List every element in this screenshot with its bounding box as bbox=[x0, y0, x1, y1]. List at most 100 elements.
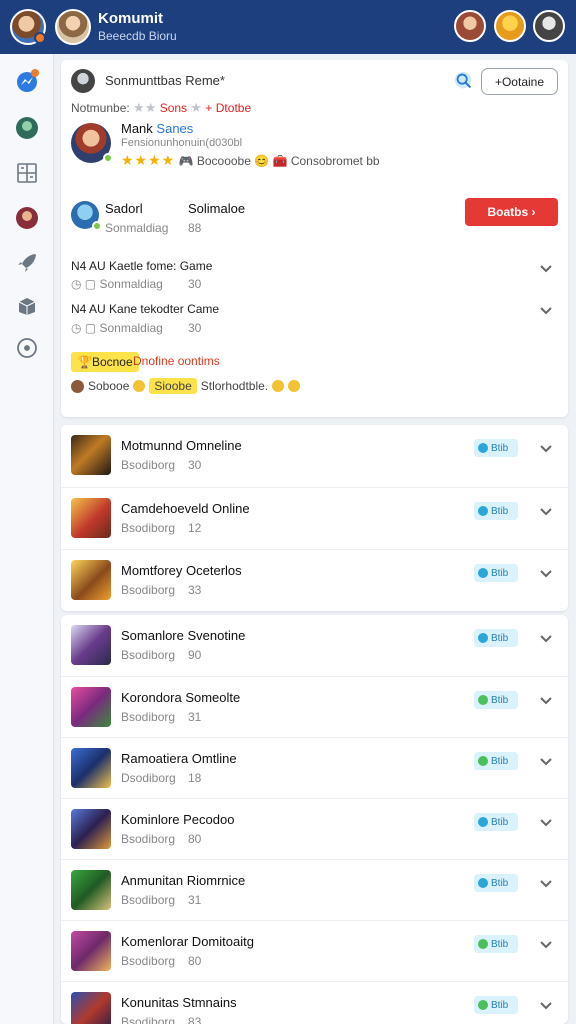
game-thumbnail bbox=[71, 870, 111, 910]
pill-label: Btib bbox=[491, 938, 509, 950]
badge-text: Bocnoe bbox=[91, 355, 133, 369]
game-sub: Bsodiborg bbox=[121, 521, 176, 535]
tag-icon bbox=[478, 568, 488, 578]
status-pill[interactable]: Btib bbox=[474, 691, 518, 709]
profile-avatar[interactable] bbox=[10, 9, 46, 45]
smile-icon bbox=[133, 380, 146, 392]
pill-label: Btib bbox=[491, 999, 509, 1011]
author-avatar[interactable] bbox=[71, 69, 95, 93]
chevron-down-icon[interactable] bbox=[539, 569, 553, 579]
smile-icon: 😊 bbox=[254, 154, 270, 168]
sender-label: Sadorl bbox=[105, 201, 143, 216]
avatar-icon[interactable] bbox=[14, 115, 40, 141]
compass-icon[interactable] bbox=[14, 335, 40, 361]
chevron-down-icon[interactable] bbox=[539, 306, 553, 316]
chevron-down-icon[interactable] bbox=[539, 507, 553, 517]
status-pill[interactable]: Btib bbox=[474, 752, 518, 770]
game-count: 30 bbox=[188, 277, 202, 291]
status-pill[interactable]: Btib bbox=[474, 874, 518, 892]
friend-avatar[interactable] bbox=[494, 10, 526, 42]
messenger-icon[interactable] bbox=[14, 68, 40, 94]
list-item[interactable]: Somanlore Svenotine Bsodiborg 90 Btib bbox=[61, 615, 568, 677]
search-icon[interactable] bbox=[453, 70, 475, 92]
rating-text: Bocooobe bbox=[196, 154, 251, 168]
list-item[interactable]: Konunitas Stmnains Bsodiborg 83 Btib bbox=[61, 981, 568, 1024]
avatar-icon[interactable] bbox=[14, 205, 40, 231]
sidebar bbox=[0, 54, 54, 1024]
status-pill[interactable]: Btib bbox=[474, 996, 518, 1014]
clock-icon: ◷ ▢ bbox=[71, 277, 100, 291]
game-name: Komenlorar Domitoaitg bbox=[121, 934, 254, 949]
chevron-down-icon[interactable] bbox=[539, 444, 553, 454]
game-thumbnail bbox=[71, 498, 111, 538]
rocket-icon[interactable] bbox=[14, 250, 40, 276]
list-item[interactable]: Anmunitan Riomrnice Bsodiborg 31 Btib bbox=[61, 859, 568, 921]
game-thumbnail bbox=[71, 748, 111, 788]
tag-icon bbox=[478, 1000, 488, 1010]
list-item[interactable]: Momtforey Oceterlos Bsodiborg 33 Btib bbox=[61, 549, 568, 611]
chevron-down-icon[interactable] bbox=[539, 264, 553, 274]
friend-avatar[interactable] bbox=[454, 10, 486, 42]
sender-column: Solimaloe bbox=[188, 201, 246, 216]
status-pill[interactable]: Btib bbox=[474, 564, 518, 582]
game-name: Korondora Someolte bbox=[121, 690, 241, 705]
game-thumbnail bbox=[71, 992, 111, 1024]
user-rating: ★★★★ 🎮 Bocooobe 😊 🧰 Consobromet bb bbox=[121, 152, 380, 169]
list-item[interactable]: Ramoatiera Omtline Dsodiborg 18 Btib bbox=[61, 737, 568, 799]
game-count: 18 bbox=[188, 771, 202, 785]
notification-dot bbox=[34, 32, 46, 44]
chevron-down-icon[interactable] bbox=[539, 757, 553, 767]
chevron-down-icon[interactable] bbox=[539, 940, 553, 950]
list-item[interactable]: Motmunnd Omneline Bsodiborg 30 Btib bbox=[61, 425, 568, 487]
game-sub: Bsodiborg bbox=[121, 832, 176, 846]
meta-status: Dtotbe bbox=[215, 101, 252, 115]
list-item[interactable]: Komenlorar Domitoaitg Bsodiborg 80 Btib bbox=[61, 920, 568, 982]
status-badge: 🏆 Bocnoe bbox=[71, 352, 139, 372]
online-button[interactable]: +Ootaine bbox=[481, 68, 558, 95]
meta-plus: + bbox=[205, 101, 213, 115]
friend-avatar[interactable] bbox=[533, 10, 565, 42]
game-sub: ◷ ▢ Sonmaldiag 30 bbox=[71, 277, 201, 291]
online-dot bbox=[92, 221, 102, 231]
sender-avatar[interactable] bbox=[71, 201, 102, 231]
status-pill[interactable]: Btib bbox=[474, 439, 518, 457]
user-name[interactable]: Mank Sanes bbox=[121, 121, 193, 136]
game-sub: Bsodiborg bbox=[121, 583, 176, 597]
chevron-down-icon[interactable] bbox=[539, 1001, 553, 1011]
game-count: 90 bbox=[188, 648, 202, 662]
game-list: Motmunnd Omneline Bsodiborg 30 Btib Camd… bbox=[61, 425, 568, 611]
status-pill[interactable]: Btib bbox=[474, 629, 518, 647]
list-item[interactable]: Kominlore Pecodoo Bsodiborg 80 Btib bbox=[61, 798, 568, 860]
chevron-down-icon[interactable] bbox=[539, 696, 553, 706]
user-avatar[interactable] bbox=[71, 123, 113, 163]
app-header: Komumit Beeecdb Bioru bbox=[0, 0, 576, 54]
game-name: Konunitas Stmnains bbox=[121, 995, 237, 1010]
status-pill[interactable]: Btib bbox=[474, 813, 518, 831]
badge-label: Dnofine oontims bbox=[133, 354, 220, 368]
status-pill[interactable]: Btib bbox=[474, 935, 518, 953]
game-name: Somanlore Svenotine bbox=[121, 628, 246, 643]
cube-icon[interactable] bbox=[14, 293, 40, 319]
tag-icon bbox=[478, 633, 488, 643]
game-sub: Bsodiborg bbox=[121, 893, 176, 907]
list-item[interactable]: Camdehoeveld Online Bsodiborg 12 Btib bbox=[61, 487, 568, 549]
chevron-down-icon[interactable] bbox=[539, 818, 553, 828]
game-title[interactable]: N4 AU Kaetle fome: Game bbox=[71, 259, 212, 273]
list-item[interactable]: Korondora Someolte Bsodiborg 31 Btib bbox=[61, 676, 568, 738]
status-pill[interactable]: Btib bbox=[474, 502, 518, 520]
game-count: 30 bbox=[188, 458, 202, 472]
featured-card: Sonmunttbas Reme* +Ootaine Notmunbe: ★★ … bbox=[61, 60, 568, 417]
channel-avatar[interactable] bbox=[55, 9, 91, 45]
game-count: 12 bbox=[188, 521, 202, 535]
chevron-down-icon[interactable] bbox=[539, 879, 553, 889]
game-count: 31 bbox=[188, 893, 202, 907]
grid-icon[interactable] bbox=[14, 160, 40, 186]
game-title[interactable]: N4 AU Kane tekodter Came bbox=[71, 302, 219, 316]
app-subtitle: Beeecdb Bioru bbox=[98, 29, 177, 43]
tag-icon bbox=[478, 878, 488, 888]
game-name: Momtforey Oceterlos bbox=[121, 563, 242, 578]
chevron-down-icon[interactable] bbox=[539, 634, 553, 644]
reaction-text: Stlorhodtble. bbox=[200, 379, 269, 393]
action-button[interactable]: Boatbs › bbox=[465, 198, 558, 226]
game-thumbnail bbox=[71, 809, 111, 849]
